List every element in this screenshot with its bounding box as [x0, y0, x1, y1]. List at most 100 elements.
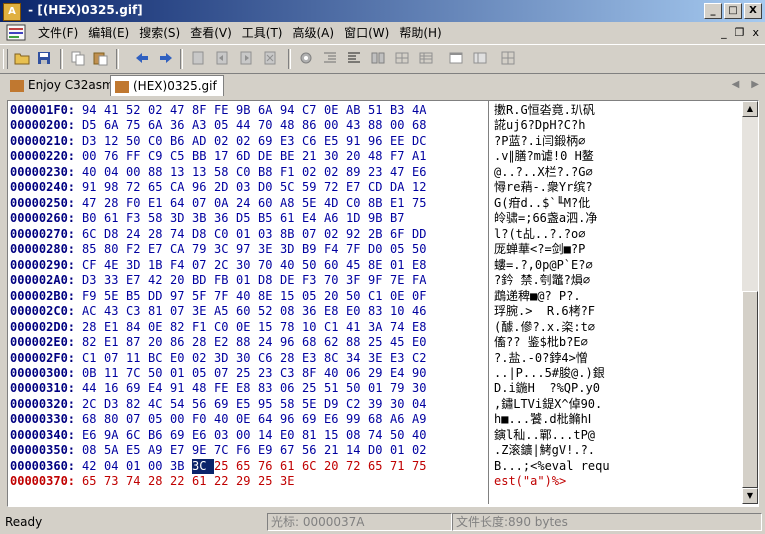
hex-byte[interactable]: 02	[302, 165, 324, 180]
hex-byte[interactable]: 94	[82, 103, 104, 118]
hex-byte[interactable]: DD	[148, 289, 170, 304]
vertical-scrollbar[interactable]: ▲ ▼	[742, 101, 758, 504]
hex-byte[interactable]: 13	[192, 165, 214, 180]
hex-byte[interactable]: 52	[258, 304, 280, 319]
hex-byte[interactable]: 39	[368, 397, 390, 412]
hex-byte[interactable]: 88	[346, 335, 368, 350]
hex-row[interactable]: 00000220: 00 76 FF C9 C5 BB 17 6D DE BE 21 30 20 48 F7 A…	[10, 149, 486, 164]
hex-byte[interactable]: 9B	[236, 103, 258, 118]
text-row[interactable]: 誮uj6?DpH?C?h	[494, 118, 740, 133]
hex-byte[interactable]: 47	[82, 196, 104, 211]
hex-byte[interactable]: 50	[126, 134, 148, 149]
hex-byte[interactable]: 43	[346, 118, 368, 133]
hex-byte[interactable]: 70	[258, 258, 280, 273]
hex-byte[interactable]: 61	[280, 211, 302, 226]
hex-byte[interactable]: 68	[368, 412, 390, 427]
hex-byte[interactable]: F0	[126, 196, 148, 211]
menu-edit[interactable]: 编辑(E)	[86, 25, 137, 41]
hex-byte[interactable]: 00	[148, 459, 170, 474]
hex-byte[interactable]: 9E	[192, 443, 214, 458]
paste-icon[interactable]	[92, 50, 108, 66]
hex-byte[interactable]: 87	[126, 335, 148, 350]
hex-byte[interactable]: 96	[280, 335, 302, 350]
hex-byte[interactable]: 44	[236, 118, 258, 133]
hex-byte[interactable]: 3E	[258, 242, 280, 257]
hex-byte[interactable]: 0E	[324, 103, 346, 118]
hex-byte[interactable]: 69	[214, 397, 236, 412]
hex-byte[interactable]: E0	[412, 335, 434, 350]
hex-byte[interactable]: 25	[302, 381, 324, 396]
hex-byte[interactable]: C0	[236, 165, 258, 180]
hex-byte[interactable]: 88	[148, 165, 170, 180]
hex-byte[interactable]: AD	[192, 134, 214, 149]
hex-byte[interactable]: 82	[170, 320, 192, 335]
hex-row[interactable]: 000002F0: C1 07 11 BC E0 02 3D 30 C6 28 E3 8C 34 3E E3 C…	[10, 351, 486, 366]
hex-byte[interactable]: 94	[280, 103, 302, 118]
hex-byte[interactable]: AC	[82, 304, 104, 319]
hex-byte[interactable]: 3A	[368, 320, 390, 335]
hex-byte[interactable]: 10	[302, 320, 324, 335]
hex-byte[interactable]: 83	[368, 304, 390, 319]
hex-byte[interactable]: 84	[126, 320, 148, 335]
hex-byte[interactable]: 00	[82, 149, 104, 164]
hex-byte[interactable]: F1	[280, 165, 302, 180]
hex-byte[interactable]: 65	[368, 459, 390, 474]
hex-byte[interactable]: 15	[324, 428, 346, 443]
hex-byte[interactable]: A6	[390, 412, 412, 427]
hex-byte[interactable]: E3	[302, 351, 324, 366]
hex-byte[interactable]: 9A	[104, 428, 126, 443]
hex-byte[interactable]: E6	[82, 428, 104, 443]
hex-byte[interactable]: 6F	[390, 227, 412, 242]
hex-byte[interactable]: C1	[324, 320, 346, 335]
hex-byte[interactable]: 23	[368, 165, 390, 180]
hex-byte[interactable]: BB	[192, 149, 214, 164]
hex-byte[interactable]: 91	[346, 134, 368, 149]
scroll-down-button[interactable]: ▼	[742, 488, 758, 504]
hex-byte[interactable]: E8	[324, 304, 346, 319]
hex-byte[interactable]: 98	[104, 180, 126, 195]
hex-byte[interactable]: 28	[148, 474, 170, 489]
hex-byte[interactable]: 8B	[280, 227, 302, 242]
hex-byte[interactable]: 61	[280, 459, 302, 474]
hex-byte[interactable]: 6A	[148, 118, 170, 133]
hex-byte[interactable]: 59	[302, 180, 324, 195]
hex-byte[interactable]: 58	[280, 397, 302, 412]
hex-byte[interactable]: 5E	[302, 196, 324, 211]
hex-byte[interactable]: 48	[192, 381, 214, 396]
hex-byte[interactable]: 41	[346, 320, 368, 335]
hex-byte[interactable]: BC	[148, 351, 170, 366]
hex-byte[interactable]: 25	[236, 366, 258, 381]
copy-icon[interactable]	[70, 50, 86, 66]
hex-byte[interactable]: 70	[258, 118, 280, 133]
hex-byte[interactable]: 91	[82, 180, 104, 195]
hex-byte[interactable]: 14	[258, 428, 280, 443]
hex-byte[interactable]: B5	[258, 211, 280, 226]
hex-byte[interactable]: 9B	[368, 211, 390, 226]
hex-byte[interactable]: DE	[280, 273, 302, 288]
hex-byte[interactable]: E7	[148, 242, 170, 257]
hex-byte[interactable]: E3	[280, 134, 302, 149]
indent-right-icon[interactable]	[346, 50, 362, 66]
hex-byte[interactable]: 8F	[192, 103, 214, 118]
hex-byte[interactable]: 10	[390, 304, 412, 319]
hex-byte[interactable]: D8	[258, 273, 280, 288]
hex-byte[interactable]: 36	[214, 211, 236, 226]
hex-byte[interactable]: 50	[390, 428, 412, 443]
text-row[interactable]: 厐蝉華<?=剑■?P	[494, 242, 740, 257]
hex-byte[interactable]: E1	[104, 320, 126, 335]
hex-byte[interactable]: 4C	[148, 397, 170, 412]
hex-byte[interactable]: 6C	[126, 428, 148, 443]
tab-hex-0325-gif[interactable]: (HEX)0325.gif	[110, 75, 224, 96]
hex-byte[interactable]: C0	[214, 227, 236, 242]
hex-byte[interactable]: 13	[170, 165, 192, 180]
hex-byte[interactable]: F1	[192, 320, 214, 335]
hex-byte[interactable]: FA	[412, 273, 434, 288]
hex-byte[interactable]: 45	[346, 258, 368, 273]
hex-byte[interactable]: 74	[170, 227, 192, 242]
hex-byte[interactable]: 25	[368, 335, 390, 350]
hex-byte[interactable]: E4	[148, 381, 170, 396]
hex-byte[interactable]: 69	[126, 381, 148, 396]
hex-byte[interactable]: 3D	[170, 211, 192, 226]
text-row[interactable]: ..|P...5#朘@.)銀	[494, 366, 740, 381]
hex-byte[interactable]: 02	[214, 134, 236, 149]
